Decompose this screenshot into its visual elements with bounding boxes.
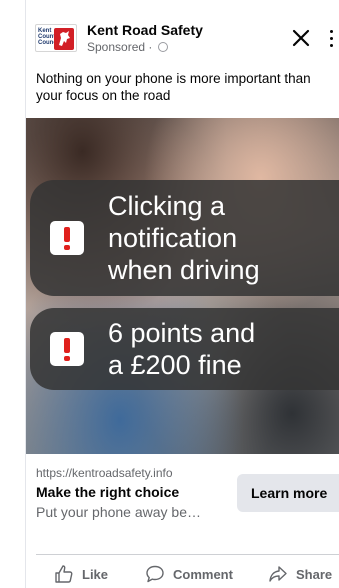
sponsored-post-card: Kent County Council Kent Road Safety Spo…	[0, 0, 339, 588]
warning-banner-1: Clicking a notification when driving	[30, 180, 339, 296]
link-title[interactable]: Make the right choice	[36, 484, 179, 500]
more-icon-dot	[330, 44, 333, 47]
link-url[interactable]: https://kentroadsafety.info	[36, 466, 173, 480]
more-options-button[interactable]	[328, 30, 336, 50]
like-button[interactable]: Like	[54, 564, 114, 584]
warning-icon-bar	[64, 338, 70, 353]
warning-banner-2: 6 points and a £200 fine	[30, 308, 339, 390]
banner-line: 6 points and	[108, 318, 256, 348]
warning-icon	[50, 332, 84, 366]
like-label: Like	[82, 567, 109, 582]
banner-line: when driving	[108, 255, 260, 285]
warning-icon-dot	[64, 356, 70, 361]
learn-more-button[interactable]: Learn more	[237, 474, 339, 512]
more-icon-dot	[330, 37, 333, 40]
warning-icon-dot	[64, 245, 70, 250]
banner-text-2: 6 points and a £200 fine	[108, 317, 255, 381]
sponsored-text: Sponsored	[87, 40, 146, 54]
comment-label: Comment	[173, 567, 233, 582]
close-icon	[292, 29, 310, 47]
banner-line: Clicking a	[108, 191, 226, 221]
actions-divider	[36, 554, 339, 555]
post-caption: Nothing on your phone is more important …	[36, 71, 311, 103]
share-label: Share	[296, 567, 333, 582]
warning-icon-bar	[64, 227, 70, 242]
comment-icon	[146, 565, 164, 583]
more-icon-dot	[330, 30, 333, 33]
banner-line: notification	[108, 223, 238, 253]
banner-line: a £200 fine	[108, 350, 242, 380]
share-icon	[269, 566, 287, 582]
thumbs-up-icon	[55, 565, 73, 583]
share-button[interactable]: Share	[268, 564, 338, 584]
page-logo[interactable]: Kent County Council	[35, 24, 77, 52]
link-description[interactable]: Put your phone away be…	[36, 504, 201, 520]
close-button[interactable]	[289, 26, 313, 50]
horse-emblem-icon	[54, 28, 74, 50]
banner-text-1: Clicking a notification when driving	[108, 190, 260, 286]
comment-button[interactable]: Comment	[145, 564, 235, 584]
warning-icon	[50, 221, 84, 255]
post-header: Kent County Council Kent Road Safety Spo…	[35, 20, 335, 60]
globe-icon	[157, 42, 168, 52]
sponsored-label: Sponsored ·	[87, 40, 168, 54]
page-name[interactable]: Kent Road Safety	[87, 22, 203, 38]
